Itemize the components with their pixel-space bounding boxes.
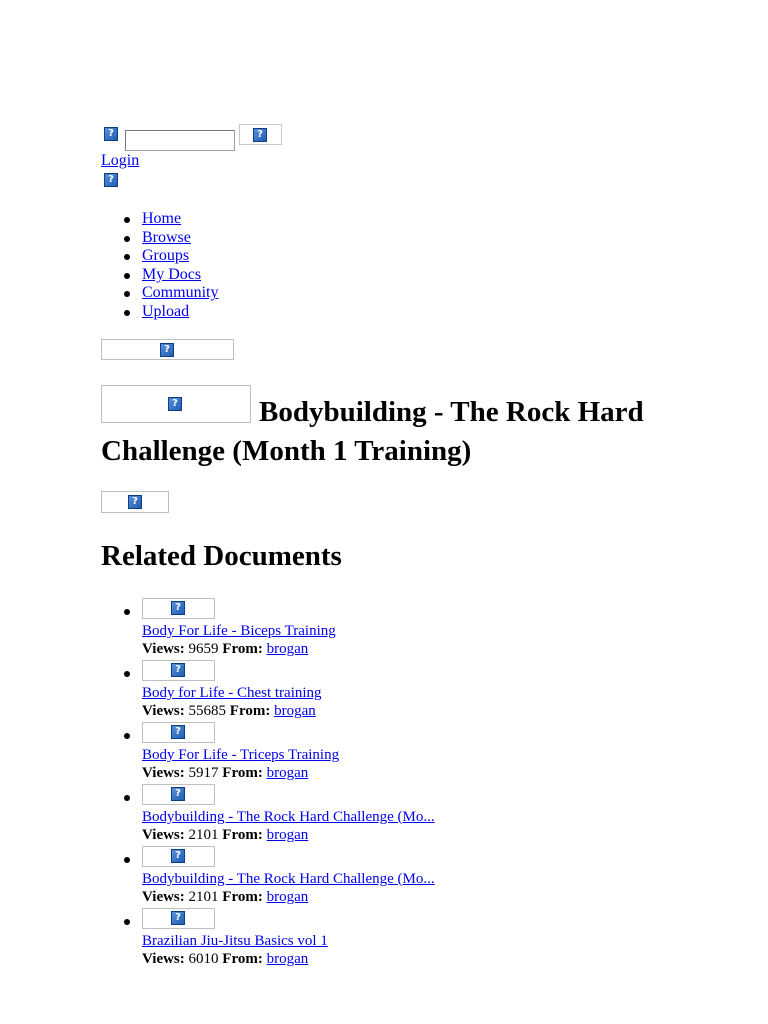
broken-image-icon: ? [171,601,185,615]
nav-item-groups: Groups [101,247,218,266]
document-meta: Views: 9659 From: brogan [142,640,701,658]
author-link[interactable]: brogan [267,641,309,657]
related-document-link[interactable]: Body For Life - Triceps Training [142,746,701,764]
author-link[interactable]: brogan [267,765,309,781]
document-thumbnail[interactable]: ? [142,908,215,929]
page: ? ? Login ? Home Browse Groups My Docs C… [0,0,768,1024]
document-meta: Views: 55685 From: brogan [142,702,701,720]
views-label: Views: [142,765,185,781]
document-meta: Views: 5917 From: brogan [142,764,701,782]
nav-item-home: Home [101,210,218,229]
list-item: ? Bodybuilding - The Rock Hard Challenge… [101,846,701,908]
from-label: From: [222,765,263,781]
nav-link-browse[interactable]: Browse [142,229,191,246]
author-link[interactable]: brogan [267,889,309,905]
broken-image-icon: ? [171,787,185,801]
nav-item-upload: Upload [101,303,218,322]
list-item: ? Body For Life - Triceps Training Views… [101,722,701,784]
views-count: 55685 [188,703,227,719]
from-label: From: [222,951,263,967]
related-document-link[interactable]: Body for Life - Chest training [142,684,701,702]
nav-item-my-docs: My Docs [101,266,218,285]
views-count: 5917 [188,765,219,781]
views-count: 2101 [188,827,219,843]
from-label: From: [229,703,271,719]
author-link[interactable]: brogan [267,827,309,843]
page-title: Bodybuilding - The Rock Hard Challenge (… [101,396,644,467]
views-label: Views: [142,951,185,967]
document-thumbnail[interactable]: ? [142,784,215,805]
search-input[interactable] [125,130,235,151]
image-placeholder-box[interactable]: ? [101,491,169,513]
broken-image-icon: ? [171,849,185,863]
document-thumbnail[interactable]: ? [142,846,215,867]
document-thumbnail[interactable]: ? [142,660,215,681]
search-button[interactable]: ? [239,124,282,145]
related-document-link[interactable]: Bodybuilding - The Rock Hard Challenge (… [142,808,701,826]
document-meta: Views: 2101 From: brogan [142,888,701,906]
from-label: From: [222,889,263,905]
views-count: 9659 [188,641,219,657]
broken-image-icon: ? [171,911,185,925]
author-link[interactable]: brogan [267,951,309,967]
related-documents-list: ? Body For Life - Biceps Training Views:… [101,598,701,970]
broken-image-icon: ? [160,343,174,357]
from-label: From: [222,827,263,843]
related-document-link[interactable]: Body For Life - Biceps Training [142,622,701,640]
views-label: Views: [142,641,185,657]
login-link[interactable]: Login [101,151,139,170]
broken-image-icon: ? [128,495,142,509]
nav-link-groups[interactable]: Groups [142,247,189,264]
nav-link-upload[interactable]: Upload [142,303,189,320]
views-count: 6010 [188,951,219,967]
nav-link-home[interactable]: Home [142,210,181,227]
broken-image-icon: ? [253,128,267,142]
views-label: Views: [142,889,185,905]
image-placeholder-box[interactable]: ? [101,339,234,360]
views-label: Views: [142,703,185,719]
views-count: 2101 [188,889,219,905]
nav-link-community[interactable]: Community [142,284,218,301]
document-meta: Views: 2101 From: brogan [142,826,701,844]
document-meta: Views: 6010 From: brogan [142,950,701,968]
related-documents-heading: Related Documents [101,540,342,572]
related-document-link[interactable]: Brazilian Jiu-Jitsu Basics vol 1 [142,932,701,950]
list-item: ? Brazilian Jiu-Jitsu Basics vol 1 Views… [101,908,701,970]
related-document-link[interactable]: Bodybuilding - The Rock Hard Challenge (… [142,870,701,888]
list-item: ? Body for Life - Chest training Views: … [101,660,701,722]
main-nav: Home Browse Groups My Docs Community Upl… [101,210,218,322]
views-label: Views: [142,827,185,843]
list-item: ? Bodybuilding - The Rock Hard Challenge… [101,784,701,846]
author-link[interactable]: brogan [274,703,316,719]
broken-image-icon: ? [171,663,185,677]
nav-link-my-docs[interactable]: My Docs [142,266,201,283]
document-thumbnail[interactable]: ? [142,598,215,619]
nav-item-browse: Browse [101,229,218,248]
broken-image-icon: ? [104,127,118,141]
from-label: From: [222,641,263,657]
document-thumbnail[interactable]: ? [142,722,215,743]
broken-image-icon: ? [104,173,118,187]
list-item: ? Body For Life - Biceps Training Views:… [101,598,701,660]
nav-item-community: Community [101,284,218,303]
broken-image-icon: ? [171,725,185,739]
